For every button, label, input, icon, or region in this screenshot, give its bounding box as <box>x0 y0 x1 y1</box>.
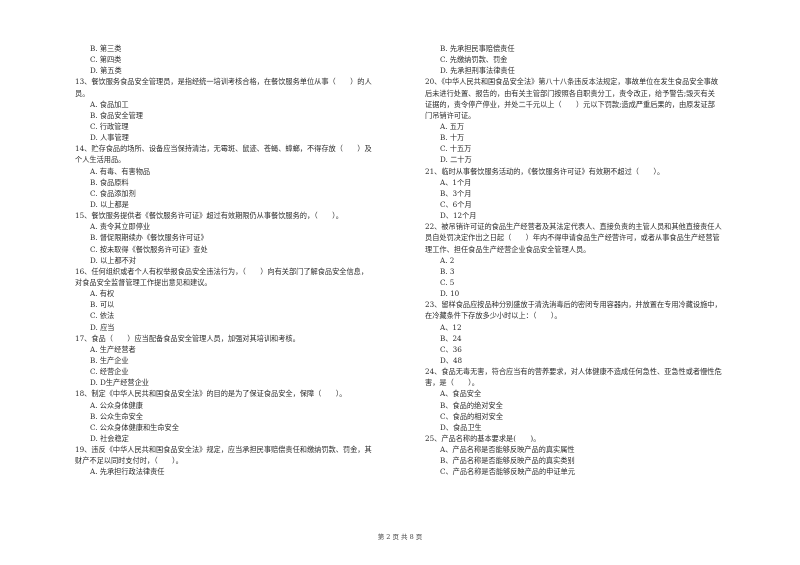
page-footer: 第 2 页 共 8 页 <box>377 533 423 541</box>
answer-option: B. 公众生命安全 <box>90 411 143 421</box>
answer-option: A. 2 <box>440 255 455 265</box>
answer-option: A. 生产经营者 <box>90 344 136 354</box>
answer-option: A、产品名称是否能够反映产品的真实属性 <box>440 445 575 455</box>
question-text: 17、食品（ ）应当配备食品安全管理人员，加强对其培训和考核。 <box>75 333 300 343</box>
answer-option: C. 经营企业 <box>90 367 129 377</box>
question-text: 21、临时从事餐饮服务活动的，《餐饮服务许可证》有效期不超过（ ）。 <box>425 166 665 176</box>
answer-option: D. 人事管理 <box>90 133 129 143</box>
answer-option: B、食品的绝对安全 <box>440 400 503 410</box>
answer-option: D. 先承担刑事法律责任 <box>440 66 515 76</box>
answer-option: D. 以上都是 <box>90 199 129 209</box>
answer-option: B、24 <box>440 333 462 343</box>
answer-option: B. 十万 <box>440 133 465 143</box>
question-text: 13、餐饮服务食品安全管理员，是指经统一培训考核合格，在餐饮服务单位从事（ ）的… <box>75 77 372 87</box>
answer-option: D. 以上都不对 <box>90 255 137 265</box>
answer-option: D. 10 <box>440 289 460 299</box>
answer-option: D. 应当 <box>90 322 115 332</box>
question-text-continued: 后未进行处置、报告的，由有关主管部门按照各自职责分工，责令改正，给予警告;毁灭有… <box>425 88 715 98</box>
question-text: 14、贮存食品的场所、设备应当保持清洁，无霉斑、鼠迹、苍蝇、蟑螂，不得存放（ ）… <box>75 144 372 154</box>
answer-option: A、1个月 <box>440 177 472 187</box>
question-text-continued: 对食品安全监督管理工作提出意见和建议。 <box>75 277 212 287</box>
answer-option: C、食品的相对安全 <box>440 411 504 421</box>
answer-option: C. 行政管理 <box>90 121 129 131</box>
question-text: 18、制定《中华人民共和国食品安全法》的目的是为了保证食品安全，保障（ ）。 <box>75 389 347 399</box>
right-column: B. 先承担民事赔偿责任 C. 先缴纳罚款、罚金 D. 先承担刑事法律责任 20、《中… <box>425 43 770 477</box>
question-text-continued: 员。 <box>75 88 90 98</box>
answer-option: B. 第三类 <box>90 44 122 53</box>
answer-option: B. 先承担民事赔偿责任 <box>440 44 515 53</box>
question-text-continued: 个人生活用品。 <box>75 155 126 165</box>
answer-option: D. 第五类 <box>90 66 122 76</box>
answer-option: D. 社会稳定 <box>90 433 129 443</box>
left-column: B. 第三类 C. 第四类 D. 第五类 13、餐饮服务食品安全管理员，是指经统一培训… <box>75 43 405 477</box>
answer-option: B. 3 <box>440 266 455 276</box>
answer-option: C、产品名称是否能够反映产品的申证单元 <box>440 467 575 477</box>
question-text-continued: 理工作、担任食品生产经营企业食品安全管理人员。 <box>425 244 591 254</box>
answer-option: C. 食品添加剂 <box>90 188 136 198</box>
answer-option: B、产品名称是否能够反映产品的真实类别 <box>440 456 575 466</box>
answer-option: A. 责令其立即停业 <box>90 222 151 232</box>
answer-option: B. 可以 <box>90 300 115 310</box>
answer-option: D、12个月 <box>440 211 477 221</box>
question-text: 25、产品名称的基本要求是( )。 <box>425 433 541 443</box>
question-text: 24、食品无毒无害，符合应当有的营养要求，对人体健康不造成任何急性、亚急性或者慢… <box>425 367 722 377</box>
answer-option: B、3个月 <box>440 188 472 198</box>
answer-option: D. D生产经营企业 <box>90 378 149 388</box>
answer-option: A. 有毒、有害物品 <box>90 166 151 176</box>
answer-option: A、12 <box>440 322 462 332</box>
question-text-continued: 财产不足以同时支付时，（ ）。 <box>75 456 183 466</box>
question-text-continued: 员自处罚决定作出之日起（ ）年内不得申请食品生产经营许可，或者从事食品生产经营管 <box>425 233 720 243</box>
answer-option: C. 按未取得《餐饮服务许可证》查处 <box>90 244 208 254</box>
answer-option: B. 生产企业 <box>90 355 129 365</box>
answer-option: C. 公众身体健康和生命安全 <box>90 422 179 432</box>
question-text-continued: 门吊销许可证。 <box>425 110 476 120</box>
answer-option: B. 食品原料 <box>90 177 129 187</box>
question-text: 15、餐饮服务提供者《餐饮服务许可证》超过有效期限仍从事餐饮服务的，（ ）。 <box>75 211 343 221</box>
answer-option: C. 5 <box>440 277 455 287</box>
answer-option: A. 公众身体健康 <box>90 400 143 410</box>
answer-option: B. 食品安全管理 <box>90 110 143 120</box>
answer-option: C. 先缴纳罚款、罚金 <box>440 55 508 65</box>
question-text: 23、留样食品应按品种分别盛放于清洗消毒后的密闭专用容器内，并放置在专用冷藏设施… <box>425 300 722 310</box>
answer-option: A. 五万 <box>440 121 465 131</box>
answer-option: A. 食品加工 <box>90 99 129 109</box>
answer-option: A、食品安全 <box>440 389 482 399</box>
answer-option: D、48 <box>440 355 463 365</box>
answer-option: C、36 <box>440 344 462 354</box>
answer-option: A. 先承担行政法律责任 <box>90 467 165 477</box>
question-text: 22、被吊销许可证的食品生产经营者及其法定代表人、直接负责的主管人员和其他直接责… <box>425 222 722 232</box>
question-text: 16、任何组织或者个人有权举报食品安全违法行为，（ ）向有关部门了解食品安全信息… <box>75 266 369 276</box>
question-text-continued: 害，是（ ）。 <box>425 378 479 388</box>
answer-option: D、食品卫生 <box>440 422 482 432</box>
question-text: 20、《中华人民共和国食品安全法》第八十八条违反本法规定，事故单位在发生食品安全… <box>425 77 719 87</box>
answer-option: C. 第四类 <box>90 55 122 65</box>
answer-option: C. 十五万 <box>440 144 472 154</box>
answer-option: C、6个月 <box>440 199 472 209</box>
answer-option: D. 二十万 <box>440 155 472 165</box>
question-text-continued: 在冷藏条件下存放多少小时以上：（ ）。 <box>425 311 562 321</box>
question-text-continued: 证据的，责令停产停业，并处二千元以上（ ）元以下罚款;造成严重后果的，由原发证部 <box>425 99 715 109</box>
question-text: 19、违反《中华人民共和国食品安全法》规定，应当承担民事赔偿责任和缴纳罚款、罚金… <box>75 445 372 455</box>
answer-option: B. 督促限期续办《餐饮服务许可证》 <box>90 233 208 243</box>
answer-option: C. 依法 <box>90 311 115 321</box>
answer-option: A. 有权 <box>90 289 115 299</box>
